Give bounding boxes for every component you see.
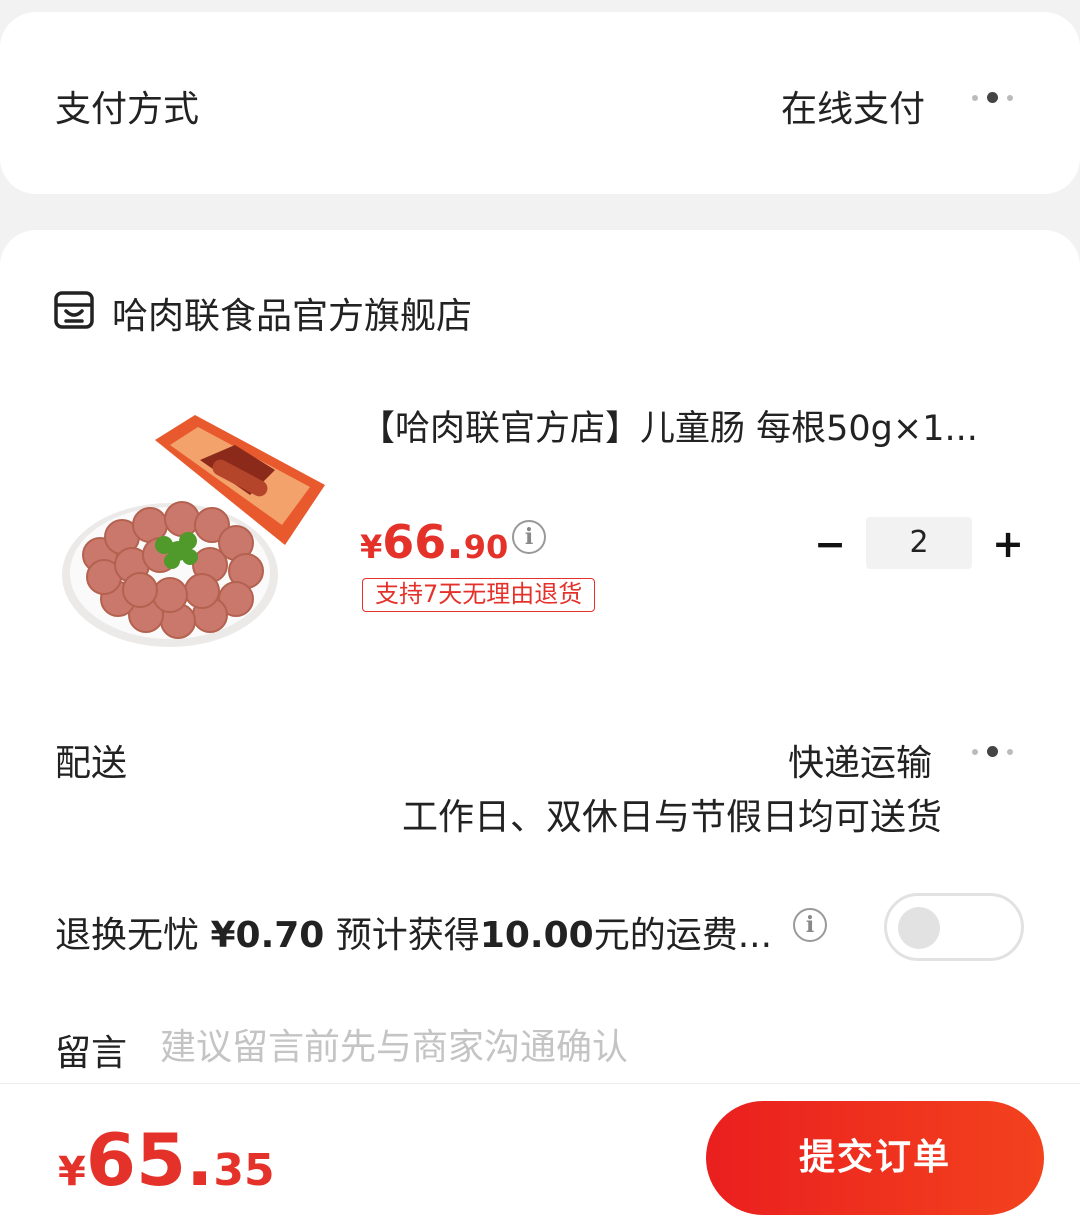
payment-more-icon[interactable] [972,92,1013,103]
delivery-method[interactable]: 快递运输 [788,734,932,786]
submit-order-button[interactable]: 提交订单 [706,1101,1044,1215]
payment-label: 支付方式 [55,89,200,130]
dot [1007,94,1013,101]
return-insurance-fee: ¥0.70 [210,915,325,956]
delivery-description: 工作日、双休日与节假日均可送货 [401,797,942,838]
payment-value[interactable]: 在线支付 [781,80,925,132]
return-insurance-desc-prefix: 预计获得 [335,915,480,956]
message-label: 留言 [55,1033,128,1074]
store-icon [54,291,94,329]
quantity-plus-button[interactable]: + [988,522,1028,566]
message-input[interactable] [160,1022,1030,1072]
return-policy-tag: 支持7天无理由退货 [362,578,596,612]
quantity-minus-button[interactable]: − [810,522,850,566]
dot [1007,748,1013,755]
product-price: ¥66.90 [360,515,508,569]
return-insurance-amount: 10.00 [479,915,594,956]
dot [972,94,978,101]
price-decimal: 90 [463,528,509,566]
total-symbol: ¥ [58,1149,86,1195]
return-insurance-toggle[interactable] [884,893,1024,961]
return-insurance-row: 退换无忧 ¥0.70 预计获得10.00元的运费... [55,906,772,958]
shop-name[interactable]: 哈肉联食品官方旗舰店 [112,287,472,339]
total-price: ¥65.35 [58,1118,275,1202]
toggle-knob [898,907,940,949]
dot [987,746,998,757]
delivery-more-icon[interactable] [972,746,1013,757]
return-insurance-info-icon[interactable]: i [793,908,827,942]
total-decimal: 35 [213,1145,275,1196]
order-card [0,230,1080,1090]
price-integer: 66. [382,515,464,569]
quantity-input[interactable]: 2 [866,517,972,569]
dot [987,92,998,103]
product-image[interactable] [60,415,330,650]
return-insurance-label: 退换无忧 [55,915,200,956]
price-info-icon[interactable]: i [512,520,546,554]
dot [972,748,978,755]
price-symbol: ¥ [360,528,383,566]
return-insurance-desc-suffix: 元的运费... [593,915,773,956]
total-integer: 65. [85,1118,214,1202]
product-title[interactable]: 【哈肉联官方店】儿童肠 每根50g×1... [360,400,1020,451]
delivery-label: 配送 [55,743,128,784]
